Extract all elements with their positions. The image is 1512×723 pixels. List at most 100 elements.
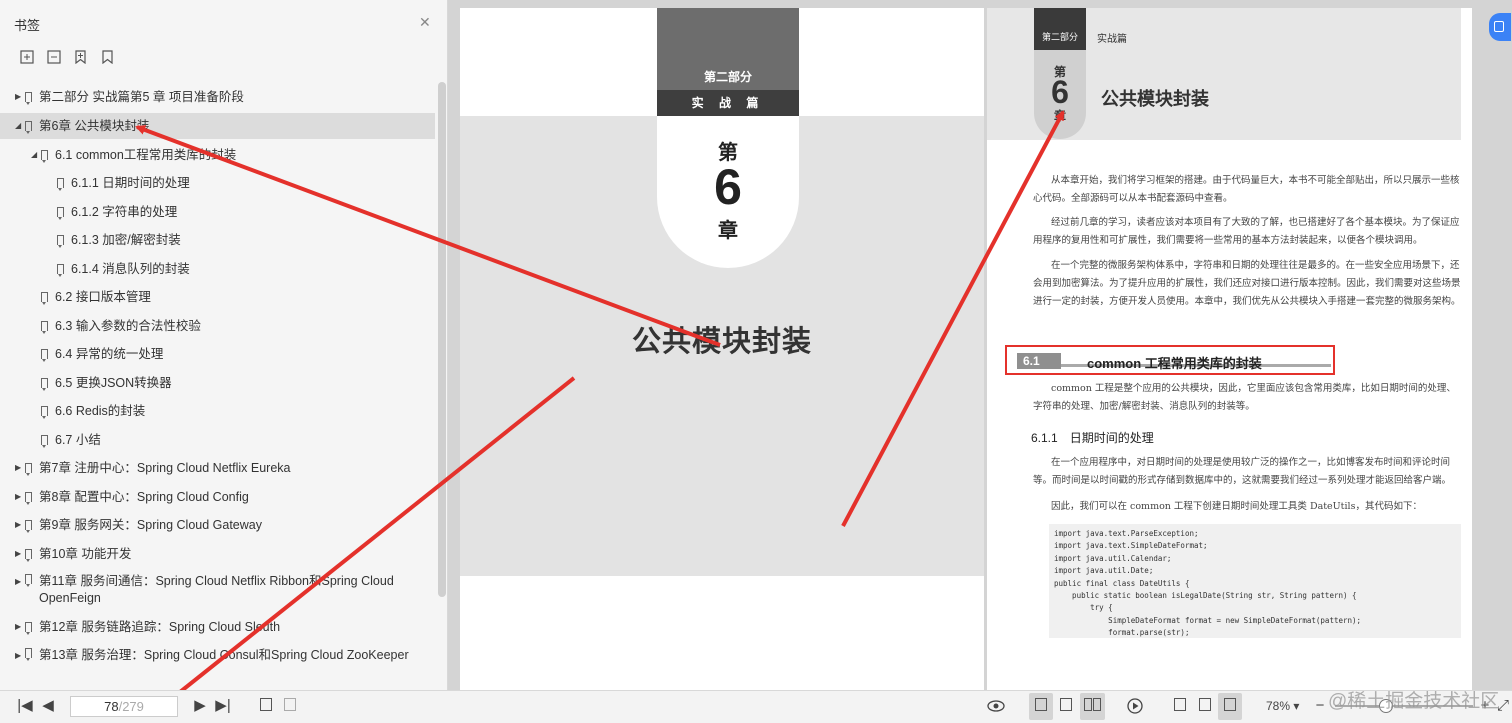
bookmark-item[interactable]: ▶ 第10章 功能开发	[0, 541, 435, 567]
total-pages: /279	[118, 699, 144, 714]
bookmark-label: 6.1.4 消息队列的封装	[71, 261, 190, 276]
section-label: 实 战 篇	[657, 90, 799, 116]
next-page-icon[interactable]: ▶	[190, 691, 210, 723]
expand-arrow-icon[interactable]: ▶	[15, 541, 21, 567]
chapter-number: 6	[1051, 74, 1069, 110]
bookmark-icon	[25, 548, 32, 562]
code-block: import java.text.ParseException; import …	[1049, 524, 1461, 638]
bookmark-icon	[25, 463, 32, 476]
bookmark-label: 6.5 更换JSON转换器	[55, 375, 172, 390]
prev-page-icon[interactable]: ◀	[38, 691, 58, 723]
bookmark-label: 6.6 Redis的封装	[55, 404, 146, 418]
bookmark-label: 第10章 功能开发	[39, 546, 132, 561]
bookmark-item[interactable]: ◢ 6.1 common工程常用类库的封装	[0, 142, 435, 168]
right-panel	[1490, 0, 1512, 690]
sidebar-scrollbar[interactable]	[438, 82, 446, 597]
bookmark-sidebar: 书签 ✕ ▶ 第二部分 实战篇第5 章 项目准备阶段 ◢ 第6章 公共模块封装 ◢ 6.1…	[0, 0, 448, 709]
bookmark-label: 6.3 输入参数的合法性校验	[55, 318, 201, 333]
body-paragraph: 在一个完整的微服务架构体系中，字符串和日期的处理往往是最多的。在一些安全应用场景…	[1033, 260, 1461, 307]
actual-size-icon[interactable]	[1174, 698, 1186, 711]
first-page-icon[interactable]: |◀	[14, 691, 36, 723]
bookmark-item[interactable]: 6.7 小结	[0, 427, 435, 453]
sidebar-title: 书签	[14, 18, 41, 33]
bookmark-label: 6.4 异常的统一处理	[55, 347, 164, 361]
expand-arrow-icon[interactable]: ▶	[15, 647, 21, 664]
highlight-box	[1005, 345, 1335, 375]
subsection-title: 6.1.1 日期时间的处理	[1031, 431, 1154, 445]
bookmark-item[interactable]: ▶ 第9章 服务网关：Spring Cloud Gateway	[0, 512, 435, 538]
bookmark-item[interactable]: 6.1.2 字符串的处理	[0, 199, 435, 225]
part-label: 第二部分	[1041, 32, 1078, 42]
expand-arrow-icon[interactable]: ▶	[15, 455, 21, 481]
bookmark-icon	[41, 349, 48, 362]
chapter-zhang: 章	[718, 220, 738, 242]
section-label: 实战篇	[1097, 34, 1127, 45]
back-icon[interactable]	[260, 698, 272, 711]
bookmark-item[interactable]: 6.1.4 消息队列的封装	[0, 256, 435, 282]
expand-all-icon[interactable]	[20, 50, 35, 64]
bookmark-icon	[57, 206, 64, 220]
bookmark-icon[interactable]	[101, 50, 116, 64]
expand-arrow-icon[interactable]: ▶	[15, 614, 21, 640]
bookmark-item[interactable]: ▶ 第12章 服务链路追踪：Spring Cloud Sleuth	[0, 614, 435, 640]
bookmark-item[interactable]: ▶ 第二部分 实战篇第5 章 项目准备阶段	[0, 84, 435, 110]
bookmark-label: 6.1.1 日期时间的处理	[71, 176, 190, 190]
body-paragraph: common 工程是整个应用的公共模块，因此，它里面应该包含常用类库，比如日期时…	[1033, 383, 1456, 412]
zoom-out-icon[interactable]: −	[1310, 691, 1330, 723]
last-page-icon[interactable]: ▶|	[210, 691, 236, 723]
fit-width-icon	[1224, 698, 1236, 711]
bookmark-item[interactable]: 6.4 异常的统一处理	[0, 341, 435, 367]
bookmark-icon	[41, 434, 48, 448]
chapter-number: 6	[714, 159, 742, 215]
body-paragraph: 从本章开始，我们将学习框架的搭建。由于代码量巨大，本书不可能全部贴出，所以只展示…	[1033, 175, 1460, 204]
chapter-title: 公共模块封装	[631, 326, 812, 358]
bookmark-label: 第11章 服务间通信：Spring Cloud Netflix Ribbon和S…	[39, 574, 394, 605]
bookmark-item[interactable]: 6.6 Redis的封装	[0, 398, 435, 424]
bookmark-item[interactable]: ▶ 第7章 注册中心：Spring Cloud Netflix Eureka	[0, 455, 435, 481]
zoom-select[interactable]: 78% ▾	[1266, 691, 1299, 721]
bookmark-item[interactable]: ▶ 第11章 服务间通信：Spring Cloud Netflix Ribbon和…	[0, 569, 435, 609]
expand-arrow-icon[interactable]: ▶	[15, 84, 21, 110]
expand-arrow-icon[interactable]: ▶	[15, 573, 21, 590]
bookmark-item[interactable]: ▶ 第13章 服务治理：Spring Cloud Consul和Spring Cl…	[0, 643, 435, 683]
bookmark-icon	[57, 263, 64, 277]
bookmark-item[interactable]: ▶ 第8章 配置中心：Spring Cloud Config	[0, 484, 435, 510]
bookmark-icon	[41, 377, 48, 391]
bookmark-item[interactable]: 6.1.3 加密/解密封装	[0, 227, 435, 253]
play-icon[interactable]	[1127, 698, 1144, 720]
bookmark-label: 6.1.3 加密/解密封装	[71, 233, 181, 247]
page-number-input[interactable]: 78/279	[70, 696, 178, 717]
document-icon	[1494, 21, 1504, 32]
forward-icon[interactable]	[284, 698, 296, 711]
bookmark-item[interactable]: 6.1.1 日期时间的处理	[0, 170, 435, 196]
chapter-banner: 第二部分 实 战 篇 第 6 章	[657, 8, 799, 268]
bookmark-icon	[57, 235, 64, 248]
collapse-all-icon[interactable]	[47, 50, 62, 64]
side-panel-button[interactable]	[1489, 13, 1511, 41]
bookmark-label: 6.2 接口版本管理	[55, 290, 151, 304]
part-label: 第二部分	[703, 70, 752, 84]
bookmark-icon	[25, 574, 32, 587]
expand-arrow-icon[interactable]: ▶	[15, 512, 21, 538]
pdf-page-left: 第二部分 实 战 篇 第 6 章 公共模块封装	[460, 8, 984, 690]
collapse-arrow-icon[interactable]: ◢	[15, 113, 21, 139]
chapter-zhang: 章	[1053, 109, 1066, 123]
continuous-page-icon[interactable]	[1060, 698, 1072, 711]
bookmark-icon	[41, 320, 48, 334]
bookmark-label: 6.1 common工程常用类库的封装	[55, 147, 237, 162]
bookmark-label: 第9章 服务网关：Spring Cloud Gateway	[39, 518, 262, 532]
collapse-arrow-icon[interactable]: ◢	[31, 142, 37, 168]
bookmark-label: 第6章 公共模块封装	[39, 119, 150, 133]
bookmark-item[interactable]: 6.5 更换JSON转换器	[0, 370, 435, 396]
bookmark-item[interactable]: ◢ 第6章 公共模块封装	[0, 113, 435, 139]
bookmark-item[interactable]: 6.3 输入参数的合法性校验	[0, 313, 435, 339]
bottom-toolbar: |◀ ◀ 78/279 ▶ ▶| 78% ▾ − + ⤢	[0, 690, 1512, 723]
add-bookmark-icon[interactable]	[74, 50, 89, 64]
body-paragraph: 因此，我们可以在 common 工程下创建日期时间处理工具类 DateUtils…	[1051, 501, 1422, 512]
bookmark-icon	[41, 406, 48, 419]
expand-arrow-icon[interactable]: ▶	[15, 484, 21, 510]
eye-icon[interactable]	[987, 699, 1005, 718]
bookmark-item[interactable]: 6.2 接口版本管理	[0, 284, 435, 310]
fit-page-icon[interactable]	[1199, 698, 1211, 711]
close-icon[interactable]: ✕	[419, 14, 431, 31]
